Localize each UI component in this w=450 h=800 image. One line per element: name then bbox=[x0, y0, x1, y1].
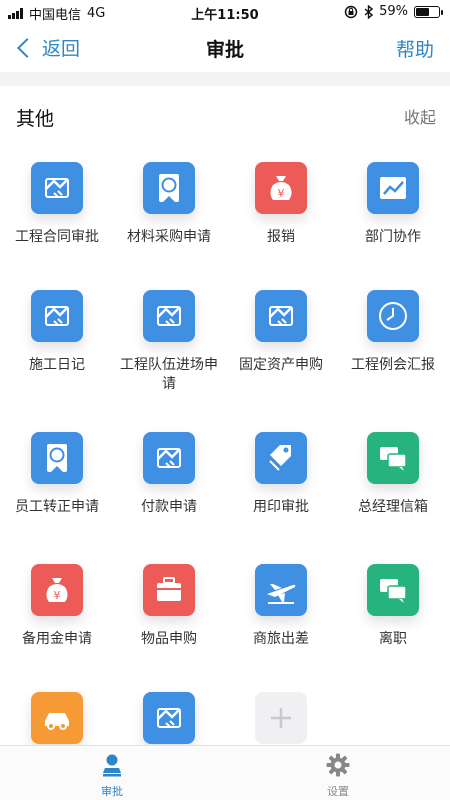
airplane-icon bbox=[255, 564, 307, 616]
approval-item-label: 员工转正申请 bbox=[15, 499, 99, 515]
chat-bubbles-icon bbox=[367, 564, 419, 616]
clock-icon bbox=[367, 290, 419, 342]
section-divider bbox=[0, 72, 450, 86]
plus-icon bbox=[255, 692, 307, 744]
person-stamp-icon bbox=[103, 754, 121, 777]
approval-item[interactable]: 物品申购 bbox=[113, 564, 225, 649]
approval-item[interactable]: 部门协作 bbox=[337, 162, 449, 247]
help-button[interactable]: 帮助 bbox=[396, 35, 434, 62]
approval-item-label: 用印审批 bbox=[253, 499, 309, 515]
tab-bar: 审批 设置 bbox=[0, 745, 450, 800]
battery-icon bbox=[414, 5, 443, 18]
navigation-bar: 返回 审批 帮助 bbox=[0, 24, 450, 72]
approval-item[interactable]: 离职 bbox=[337, 564, 449, 649]
approval-item-label: 物品申购 bbox=[141, 631, 197, 647]
approval-item[interactable]: 付款申请 bbox=[113, 432, 225, 517]
tab-settings-label: 设置 bbox=[327, 785, 349, 798]
rotation-lock-icon bbox=[344, 5, 358, 18]
money-bag-icon: ¥ bbox=[255, 162, 307, 214]
approval-item-label: 固定资产申购 bbox=[239, 357, 323, 373]
chat-bubbles-icon bbox=[367, 432, 419, 484]
toolbox-icon bbox=[143, 564, 195, 616]
status-right: 59% bbox=[344, 4, 443, 19]
approval-item-label: 工程合同审批 bbox=[15, 229, 99, 245]
approval-item[interactable]: 员工转正申请 bbox=[1, 432, 113, 517]
approval-item[interactable]: 施工日记 bbox=[1, 290, 113, 375]
approval-item[interactable]: 总经理信箱 bbox=[337, 432, 449, 517]
approval-item-label: 离职 bbox=[379, 631, 407, 647]
approval-item-label: 施工日记 bbox=[29, 357, 85, 373]
approval-item-label: 商旅出差 bbox=[253, 631, 309, 647]
approval-item-label: 付款申请 bbox=[141, 499, 197, 515]
approval-item-label: 部门协作 bbox=[365, 229, 421, 245]
approval-item[interactable]: 工程例会汇报 bbox=[337, 290, 449, 375]
battery-percent: 59% bbox=[379, 4, 408, 19]
svg-text:¥: ¥ bbox=[54, 589, 61, 602]
approval-item[interactable]: 固定资产申购 bbox=[225, 290, 337, 375]
battery-level bbox=[416, 7, 429, 16]
approval-item-label: 工程队伍进场申请 bbox=[120, 357, 218, 392]
status-bar: 中国电信 4G 上午11:50 59% bbox=[0, 0, 450, 24]
approval-item[interactable]: 工程合同审批 bbox=[1, 162, 113, 247]
handshake-icon bbox=[31, 290, 83, 342]
approval-item-label: 工程例会汇报 bbox=[351, 357, 435, 373]
tab-approval[interactable]: 审批 bbox=[72, 752, 152, 799]
bluetooth-icon bbox=[364, 4, 374, 19]
handshake-icon bbox=[143, 432, 195, 484]
approval-item[interactable]: 材料采购申请 bbox=[113, 162, 225, 247]
approval-item-label: 报销 bbox=[267, 229, 295, 245]
approval-item[interactable]: ¥ 备用金申请 bbox=[1, 564, 113, 649]
approval-item-label: 材料采购申请 bbox=[127, 229, 211, 245]
award-icon bbox=[31, 432, 83, 484]
handshake-icon bbox=[143, 692, 195, 744]
money-bag-icon: ¥ bbox=[31, 564, 83, 616]
tab-approval-label: 审批 bbox=[101, 785, 123, 798]
car-icon bbox=[31, 692, 83, 744]
section-title: 其他 bbox=[16, 108, 55, 130]
svg-text:¥: ¥ bbox=[278, 187, 285, 200]
approval-item[interactable]: 工程队伍进场申请 bbox=[113, 290, 225, 394]
approval-item[interactable]: ¥ 报销 bbox=[225, 162, 337, 247]
gear-icon bbox=[326, 753, 350, 777]
page-title: 审批 bbox=[205, 39, 244, 61]
section-header: 其他 收起 bbox=[0, 86, 450, 142]
approval-item-label: 总经理信箱 bbox=[358, 499, 428, 515]
collapse-button[interactable]: 收起 bbox=[404, 104, 436, 128]
handshake-icon bbox=[31, 162, 83, 214]
tag-icon bbox=[255, 432, 307, 484]
approval-item-label: 备用金申请 bbox=[22, 631, 92, 647]
handshake-icon bbox=[143, 290, 195, 342]
approval-item[interactable]: 商旅出差 bbox=[225, 564, 337, 649]
tab-settings[interactable]: 设置 bbox=[298, 752, 378, 799]
handshake-icon bbox=[255, 290, 307, 342]
award-icon bbox=[143, 162, 195, 214]
approval-item[interactable]: 用印审批 bbox=[225, 432, 337, 517]
chart-icon bbox=[367, 162, 419, 214]
